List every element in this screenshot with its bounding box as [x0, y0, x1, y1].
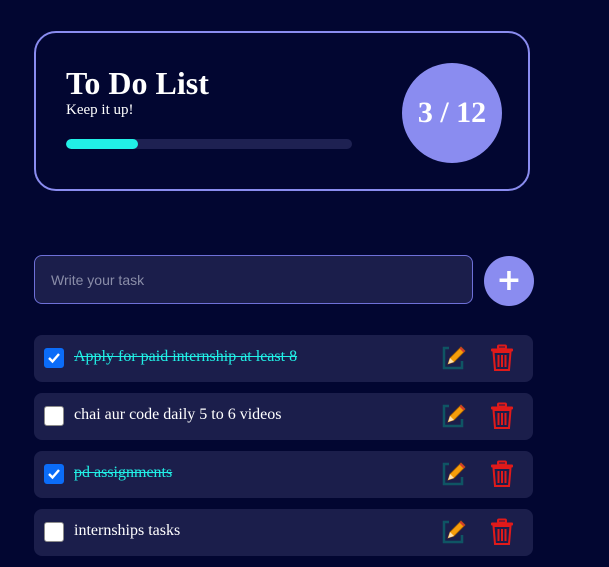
task-checkbox[interactable] [44, 522, 64, 542]
task-item: chai aur code daily 5 to 6 videos [34, 393, 533, 440]
trash-icon[interactable] [490, 344, 514, 372]
edit-pencil-icon[interactable] [440, 402, 468, 430]
task-item: internships tasks [34, 509, 533, 556]
task-item: pd assignments [34, 451, 533, 498]
task-item: Apply for paid internship at least 8 [34, 335, 533, 382]
task-text: pd assignments [74, 464, 173, 481]
task-text: chai aur code daily 5 to 6 videos [74, 406, 282, 423]
progress-fill [66, 139, 138, 149]
edit-pencil-icon[interactable] [440, 460, 468, 488]
trash-icon[interactable] [490, 402, 514, 430]
add-task-button[interactable]: + [484, 256, 534, 306]
page-title: To Do List [66, 65, 209, 101]
task-input[interactable] [34, 255, 473, 304]
trash-icon[interactable] [490, 460, 514, 488]
task-checkbox[interactable] [44, 464, 64, 484]
task-text: internships tasks [74, 522, 181, 539]
task-checkbox[interactable] [44, 406, 64, 426]
subtitle: Keep it up! [66, 102, 134, 118]
task-text: Apply for paid internship at least 8 [74, 348, 298, 365]
task-counter: 3 / 12 [402, 63, 502, 163]
trash-icon[interactable] [490, 518, 514, 546]
edit-pencil-icon[interactable] [440, 344, 468, 372]
stats-card: To Do List Keep it up! 3 / 12 [34, 31, 530, 191]
task-list: Apply for paid internship at least 8 chai… [34, 335, 533, 567]
progress-bar [66, 139, 352, 149]
edit-pencil-icon[interactable] [440, 518, 468, 546]
task-checkbox[interactable] [44, 348, 64, 368]
